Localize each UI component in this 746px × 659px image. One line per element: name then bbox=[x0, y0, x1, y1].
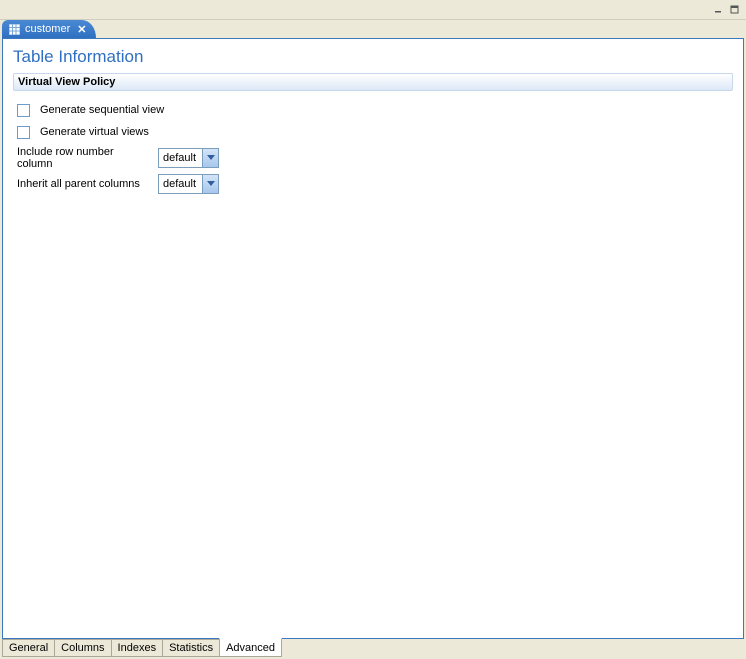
section-header-virtual-view-policy: Virtual View Policy bbox=[13, 73, 733, 91]
document-tab-label: customer bbox=[25, 23, 70, 35]
tab-general[interactable]: General bbox=[2, 639, 55, 657]
section-body: Generate sequential view Generate virtua… bbox=[3, 91, 743, 203]
maximize-icon bbox=[730, 5, 740, 15]
bottom-tab-strip: General Columns Indexes Statistics Advan… bbox=[0, 639, 746, 659]
editor-window: customer ✕ Table Information Virtual Vie… bbox=[0, 0, 746, 659]
checkbox-generate-sequential-view[interactable] bbox=[17, 104, 30, 117]
content-area: Table Information Virtual View Policy Ge… bbox=[2, 38, 744, 639]
tab-columns[interactable]: Columns bbox=[54, 639, 111, 657]
window-title-bar bbox=[0, 0, 746, 20]
content-spacer bbox=[3, 203, 743, 638]
label-inherit-all-parent-columns: Inherit all parent columns bbox=[17, 178, 152, 190]
dropdown-button[interactable] bbox=[202, 149, 218, 167]
tab-indexes[interactable]: Indexes bbox=[111, 639, 164, 657]
label-generate-sequential-view: Generate sequential view bbox=[40, 104, 164, 116]
select-include-row-number-column[interactable]: default bbox=[158, 148, 219, 168]
document-tab-strip: customer ✕ bbox=[0, 20, 746, 38]
select-value: default bbox=[159, 178, 202, 190]
dropdown-button[interactable] bbox=[202, 175, 218, 193]
table-icon bbox=[8, 23, 20, 35]
checkbox-generate-virtual-views[interactable] bbox=[17, 126, 30, 139]
chevron-down-icon bbox=[207, 181, 215, 187]
label-generate-virtual-views: Generate virtual views bbox=[40, 126, 149, 138]
select-value: default bbox=[159, 152, 202, 164]
minimize-icon bbox=[714, 6, 724, 14]
chevron-down-icon bbox=[207, 155, 215, 161]
select-inherit-all-parent-columns[interactable]: default bbox=[158, 174, 219, 194]
row-generate-virtual-views: Generate virtual views bbox=[17, 121, 729, 143]
minimize-button[interactable] bbox=[712, 4, 726, 16]
page-title: Table Information bbox=[3, 39, 743, 73]
row-generate-sequential-view: Generate sequential view bbox=[17, 99, 729, 121]
close-tab-button[interactable]: ✕ bbox=[75, 23, 86, 36]
document-tab-customer[interactable]: customer ✕ bbox=[2, 20, 96, 38]
label-include-row-number-column: Include row number column bbox=[17, 146, 152, 170]
row-include-row-number-column: Include row number column default bbox=[17, 147, 729, 169]
tab-advanced[interactable]: Advanced bbox=[219, 638, 282, 657]
tab-statistics[interactable]: Statistics bbox=[162, 639, 220, 657]
maximize-button[interactable] bbox=[728, 4, 742, 16]
row-inherit-all-parent-columns: Inherit all parent columns default bbox=[17, 173, 729, 195]
